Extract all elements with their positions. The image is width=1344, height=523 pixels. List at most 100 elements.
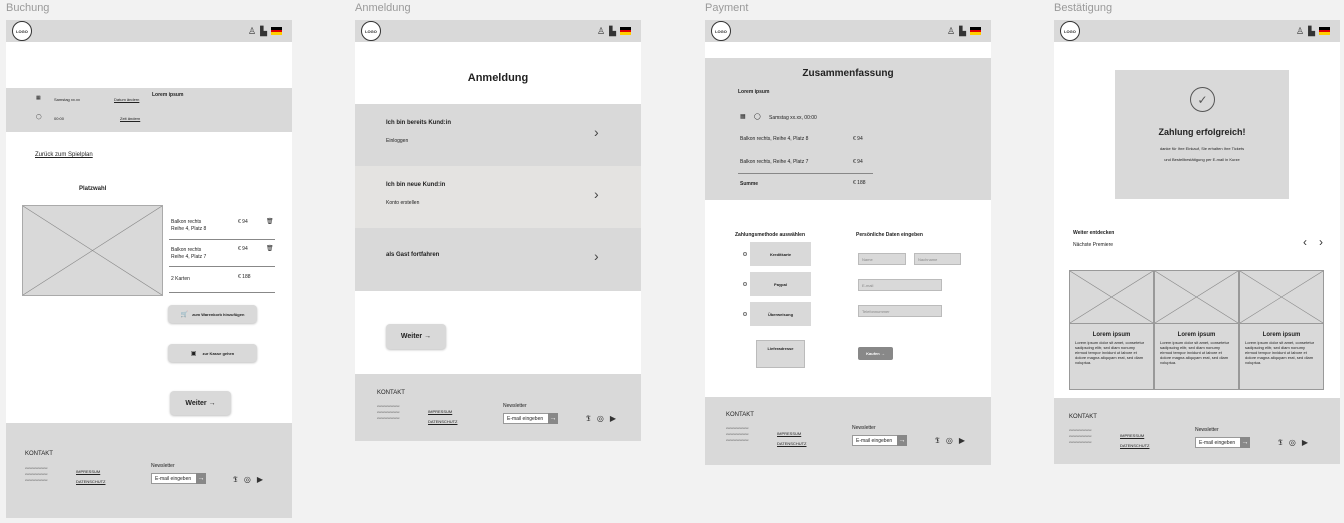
next-button[interactable]: Weiter → — [386, 324, 446, 349]
impressum-link[interactable]: IMPRESSUM — [777, 431, 801, 436]
option-new-customer[interactable]: Ich bin neue Kund:in Konto erstellen › — [355, 166, 641, 228]
checkout-button[interactable]: ▣ zur Kasse gehen — [168, 344, 257, 362]
newsletter-email-input[interactable]: E-mail eingeben — [1195, 437, 1241, 448]
impressum-link[interactable]: IMPRESSUM — [1120, 433, 1144, 438]
instagram-icon[interactable]: ◎ — [946, 436, 953, 446]
german-flag-icon[interactable] — [271, 27, 282, 36]
option-existing-customer[interactable]: Ich bin bereits Kund:in Einloggen › — [355, 104, 641, 166]
personal-data-title: Persönliche Daten eingeben — [856, 232, 923, 238]
first-name-input[interactable]: Name — [858, 253, 906, 265]
german-flag-icon[interactable] — [620, 27, 631, 36]
youtube-icon[interactable]: ▶ — [959, 436, 965, 446]
datenschutz-link[interactable]: DATENSCHUTZ — [76, 479, 105, 484]
frame-label-payment: Payment — [705, 2, 749, 14]
instagram-icon[interactable]: ◎ — [597, 414, 604, 424]
youtube-icon[interactable]: ▶ — [257, 475, 263, 485]
instagram-icon[interactable]: ◎ — [1289, 438, 1296, 448]
option-subtitle: Konto erstellen — [386, 200, 420, 206]
youtube-icon[interactable]: ▶ — [1302, 438, 1308, 448]
email-input[interactable]: E-mail — [858, 279, 942, 291]
newsletter-submit-button[interactable]: → — [1240, 437, 1250, 448]
bank-transfer-option[interactable]: Überweisung — [750, 302, 811, 326]
datenschutz-link[interactable]: DATENSCHUTZ — [428, 419, 457, 424]
next-label: Weiter → — [185, 399, 216, 407]
trash-icon[interactable]: 🗑 — [266, 245, 274, 252]
trash-icon[interactable]: 🗑 — [266, 218, 274, 225]
last-name-input[interactable]: Nachname — [914, 253, 961, 265]
checkout-label: zur Kasse gehen — [202, 350, 235, 356]
datenschutz-link[interactable]: DATENSCHUTZ — [1120, 443, 1149, 448]
summary-sum-price: € 188 — [853, 180, 866, 186]
option-title: Ich bin neue Kund:in — [386, 182, 446, 188]
next-button[interactable]: Weiter → — [170, 391, 231, 415]
twitter-icon[interactable]: 𝕿 — [1278, 438, 1283, 448]
chevron-left-icon[interactable]: ‹ — [1303, 235, 1307, 249]
logo[interactable]: LOGO — [1060, 21, 1080, 41]
event-card[interactable]: Lorem ipsum Lorem ipsum dolor sit amet, … — [1154, 270, 1239, 390]
buy-button[interactable]: Kaufen → — [858, 347, 893, 360]
card-text: Lorem ipsum dolor sit amet, consetetur s… — [1075, 340, 1145, 365]
seat-price: € 94 — [238, 246, 248, 252]
frame-anmeldung: LOGO ♙ ▙ Anmeldung Ich bin bereits Kund:… — [355, 20, 641, 441]
shopping-bag-icon[interactable]: ▙ — [260, 26, 267, 36]
clock-icon: ◯ — [754, 114, 761, 120]
chevron-right-icon[interactable]: › — [1319, 235, 1323, 249]
newsletter-email-input[interactable]: E-mail eingeben — [852, 435, 898, 446]
radio-credit-card[interactable] — [743, 252, 747, 256]
check-circle-icon: ✓ — [1190, 87, 1215, 112]
summary-title: Zusammenfassung — [802, 68, 894, 79]
card-text: Lorem ipsum dolor sit amet, consetetur s… — [1160, 340, 1230, 365]
radio-bank-transfer[interactable] — [743, 312, 747, 316]
shopping-bag-icon[interactable]: ▙ — [609, 26, 616, 36]
back-to-schedule-link[interactable]: Zurück zum Spielplan — [35, 152, 93, 158]
header: LOGO ♙ ▙ — [355, 20, 641, 42]
german-flag-icon[interactable] — [970, 27, 981, 36]
change-date-link[interactable]: Datum ändern — [114, 97, 139, 102]
newsletter-email-input[interactable]: E-mail eingeben — [503, 413, 549, 424]
credit-card-option[interactable]: Kreditkarte — [750, 242, 811, 266]
newsletter-submit-button[interactable]: → — [897, 435, 907, 446]
youtube-icon[interactable]: ▶ — [610, 414, 616, 424]
logo[interactable]: LOGO — [711, 21, 731, 41]
logo[interactable]: LOGO — [361, 21, 381, 41]
twitter-icon[interactable]: 𝕿 — [586, 414, 591, 424]
footer: KONTAKT xxxxxxxxxxxxxxx xxxxxxxxxxxxxxx … — [6, 423, 292, 518]
paypal-option[interactable]: Paypal — [750, 272, 811, 296]
logo[interactable]: LOGO — [12, 21, 32, 41]
twitter-icon[interactable]: 𝕿 — [233, 475, 238, 485]
phone-input[interactable]: Telefonnummer — [858, 305, 942, 317]
user-icon[interactable]: ♙ — [947, 26, 955, 36]
newsletter-submit-button[interactable]: → — [196, 473, 206, 484]
datenschutz-link[interactable]: DATENSCHUTZ — [777, 441, 806, 446]
user-icon[interactable]: ♙ — [597, 26, 605, 36]
impressum-link[interactable]: IMPRESSUM — [76, 469, 100, 474]
radio-paypal[interactable] — [743, 282, 747, 286]
event-card[interactable]: Lorem ipsum Lorem ipsum dolor sit amet, … — [1069, 270, 1154, 390]
seat-label: Reihe 4, Platz 8 — [171, 226, 207, 232]
divider — [169, 266, 275, 267]
add-to-cart-button[interactable]: 🛒 zum Warenkorb hinzufügen — [168, 305, 257, 323]
user-icon[interactable]: ♙ — [1296, 26, 1304, 36]
contact-line: xxxxxxxxxxxxxxx — [1069, 440, 1092, 444]
instagram-icon[interactable]: ◎ — [244, 475, 251, 485]
frame-buchung: LOGO ♙ ▙ ▦ Samstag xx.xx Datum ändern Lo… — [6, 20, 292, 518]
newsletter-submit-button[interactable]: → — [548, 413, 558, 424]
impressum-link[interactable]: IMPRESSUM — [428, 409, 452, 414]
user-icon[interactable]: ♙ — [248, 26, 256, 36]
seat-map-placeholder[interactable] — [22, 205, 163, 296]
german-flag-icon[interactable] — [1319, 27, 1330, 36]
add-to-cart-label: zum Warenkorb hinzufügen — [192, 311, 245, 317]
success-text: danke für Ihre Einkauf, Sie erhalten Ihr… — [1159, 146, 1245, 151]
delivery-address-box[interactable]: Lieferadresse — [756, 340, 805, 368]
frame-label-buchung: Buchung — [6, 2, 50, 14]
shopping-bag-icon[interactable]: ▙ — [1308, 26, 1315, 36]
seat-item: Balkon rechts Reihe 4, Platz 7 — [171, 247, 206, 261]
event-card[interactable]: Lorem ipsum Lorem ipsum dolor sit amet, … — [1239, 270, 1324, 390]
option-guest[interactable]: als Gast fortfahren › — [355, 228, 641, 291]
header: LOGO ♙ ▙ — [6, 20, 292, 42]
twitter-icon[interactable]: 𝕿 — [935, 436, 940, 446]
newsletter-email-input[interactable]: E-mail eingeben — [151, 473, 197, 484]
change-time-link[interactable]: Zeit ändern — [120, 116, 140, 121]
shopping-bag-icon[interactable]: ▙ — [959, 26, 966, 36]
image-placeholder — [1155, 271, 1238, 323]
